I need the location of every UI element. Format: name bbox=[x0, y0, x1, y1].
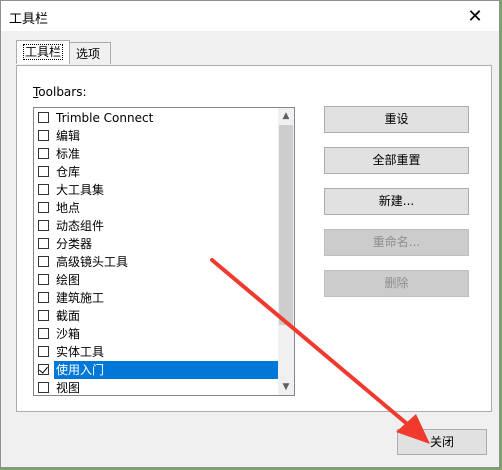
toolbar-checkbox[interactable] bbox=[38, 256, 49, 267]
reset-button[interactable]: 重设 bbox=[324, 106, 469, 133]
toolbars-list-label: Toolbars: bbox=[33, 85, 87, 99]
toolbar-list-item[interactable]: 高级镜头工具 bbox=[34, 253, 278, 271]
toolbar-item-label: 地点 bbox=[56, 201, 81, 215]
toolbar-list-item[interactable]: Trimble Connect bbox=[34, 109, 278, 127]
scroll-up-icon[interactable]: ▲ bbox=[278, 108, 294, 124]
toolbar-checkbox[interactable] bbox=[38, 382, 49, 393]
toolbar-item-label: 仓库 bbox=[56, 165, 81, 179]
toolbar-item-label: 标准 bbox=[56, 147, 81, 161]
toolbar-list-item[interactable]: 分类器 bbox=[34, 235, 278, 253]
reset-all-button[interactable]: 全部重置 bbox=[324, 147, 469, 174]
tab-options-label: 选项 bbox=[76, 47, 101, 61]
toolbar-list-item[interactable]: 建筑施工 bbox=[34, 289, 278, 307]
toolbar-checkbox[interactable] bbox=[38, 292, 49, 303]
toolbar-checkbox[interactable] bbox=[38, 202, 49, 213]
toolbar-list-item[interactable]: 编辑 bbox=[34, 127, 278, 145]
toolbars-tab-panel: Toolbars: Trimble Connect 编辑标准仓库大工具集地点动态组… bbox=[16, 65, 492, 412]
toolbar-item-label: 视图 bbox=[56, 381, 81, 395]
toolbar-list-item[interactable]: 沙箱 bbox=[34, 325, 278, 343]
toolbar-list-item[interactable]: 大工具集 bbox=[34, 181, 278, 199]
toolbar-list-item[interactable]: 动态组件 bbox=[34, 217, 278, 235]
toolbars-list-items: Trimble Connect 编辑标准仓库大工具集地点动态组件分类器高级镜头工具… bbox=[34, 109, 278, 395]
toolbars-label-text: oolbars: bbox=[38, 85, 87, 99]
toolbar-list-item[interactable]: 实体工具 bbox=[34, 343, 278, 361]
toolbar-item-label: 分类器 bbox=[56, 237, 93, 251]
toolbar-checkbox[interactable] bbox=[38, 130, 49, 141]
toolbar-checkbox[interactable] bbox=[38, 220, 49, 231]
toolbar-item-label: 动态组件 bbox=[56, 219, 105, 233]
toolbar-checkbox[interactable] bbox=[38, 346, 49, 357]
toolbar-item-label: 绘图 bbox=[56, 273, 81, 287]
title-bar: 工具栏 ✕ bbox=[1, 1, 499, 31]
tab-toolbars-label: 工具栏 bbox=[23, 44, 64, 60]
toolbar-list-item[interactable]: 标准 bbox=[34, 145, 278, 163]
toolbar-item-label: 截面 bbox=[56, 309, 81, 323]
listbox-scrollbar[interactable]: ▲ ▼ bbox=[278, 108, 294, 395]
toolbar-checkbox[interactable] bbox=[38, 148, 49, 159]
toolbar-checkbox[interactable] bbox=[38, 328, 49, 339]
tab-options[interactable]: 选项 bbox=[69, 42, 111, 64]
close-button[interactable]: 关闭 bbox=[397, 429, 487, 455]
toolbar-item-label: Trimble Connect bbox=[56, 111, 154, 125]
toolbar-checkbox[interactable] bbox=[38, 364, 49, 375]
close-icon[interactable]: ✕ bbox=[455, 2, 495, 30]
toolbar-item-label: 实体工具 bbox=[56, 345, 105, 359]
toolbar-list-item[interactable]: 使用入门 bbox=[34, 361, 278, 379]
tab-toolbars[interactable]: 工具栏 bbox=[16, 40, 70, 64]
toolbars-listbox[interactable]: Trimble Connect 编辑标准仓库大工具集地点动态组件分类器高级镜头工具… bbox=[33, 107, 295, 396]
toolbar-item-label: 编辑 bbox=[56, 129, 81, 143]
scroll-thumb[interactable] bbox=[279, 125, 293, 325]
toolbar-item-label: 高级镜头工具 bbox=[56, 255, 129, 269]
toolbar-item-label: 使用入门 bbox=[54, 361, 278, 379]
toolbar-list-item[interactable]: 截面 bbox=[34, 307, 278, 325]
scroll-down-icon[interactable]: ▼ bbox=[278, 379, 294, 395]
toolbar-checkbox[interactable] bbox=[38, 238, 49, 249]
toolbar-checkbox[interactable] bbox=[38, 166, 49, 177]
toolbar-list-item[interactable]: 绘图 bbox=[34, 271, 278, 289]
toolbar-list-item[interactable]: 仓库 bbox=[34, 163, 278, 181]
toolbar-checkbox[interactable] bbox=[38, 274, 49, 285]
toolbars-dialog: 工具栏 ✕ 工具栏 选项 Toolbars: Trimble Connect 编辑… bbox=[0, 0, 500, 468]
toolbar-item-label: 大工具集 bbox=[56, 183, 105, 197]
rename-button[interactable]: 重命名... bbox=[324, 229, 469, 256]
toolbar-checkbox[interactable] bbox=[38, 184, 49, 195]
toolbar-item-label: 建筑施工 bbox=[56, 291, 105, 305]
toolbar-checkbox[interactable] bbox=[38, 310, 49, 321]
delete-button[interactable]: 删除 bbox=[324, 270, 469, 297]
toolbar-item-label: 沙箱 bbox=[56, 327, 81, 341]
new-button[interactable]: 新建... bbox=[324, 188, 469, 215]
toolbar-checkbox[interactable] bbox=[38, 112, 49, 123]
toolbar-list-item[interactable]: 视图 bbox=[34, 379, 278, 395]
dialog-title: 工具栏 bbox=[9, 12, 49, 27]
toolbar-list-item[interactable]: 地点 bbox=[34, 199, 278, 217]
